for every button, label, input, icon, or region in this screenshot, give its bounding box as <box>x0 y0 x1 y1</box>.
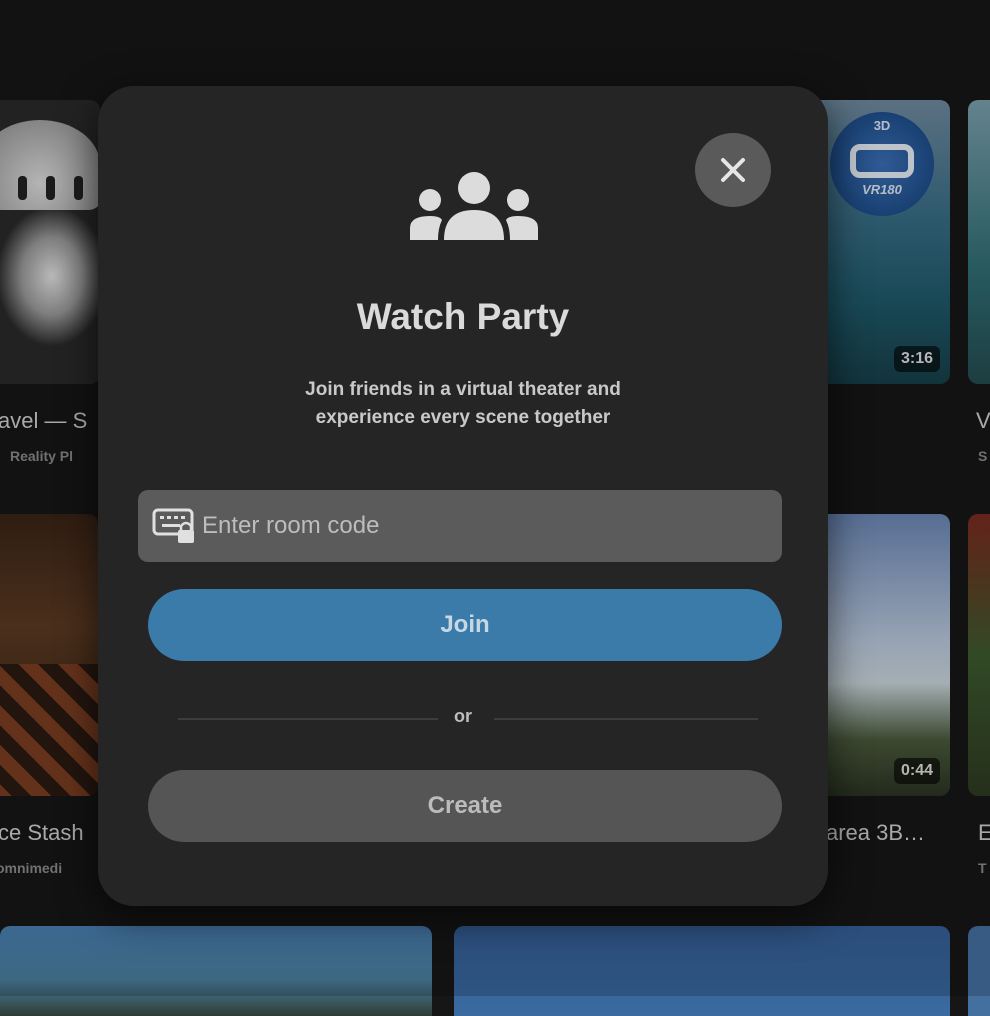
close-button[interactable] <box>695 133 771 207</box>
dialog-title: Watch Party <box>356 296 570 337</box>
close-icon <box>721 158 745 182</box>
room-code-field[interactable] <box>138 490 782 562</box>
dialog-description: Join friends in a virtual theater and ex… <box>305 379 621 428</box>
room-code-input[interactable] <box>200 511 764 541</box>
keyboard-lock-icon <box>152 508 194 543</box>
or-separator: or <box>454 706 472 726</box>
watch-party-dialog: Watch Party Join friends in a virtual th… <box>98 86 828 906</box>
divider-right <box>494 718 758 720</box>
join-button[interactable]: Join <box>148 589 782 661</box>
create-button[interactable]: Create <box>148 770 782 842</box>
group-icon <box>410 172 538 240</box>
